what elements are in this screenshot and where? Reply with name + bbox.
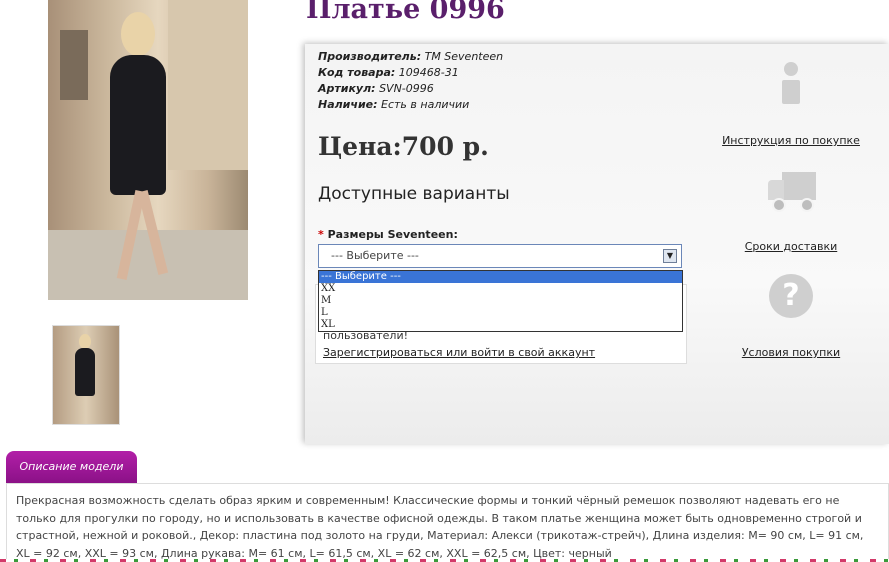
manufacturer-label: Производитель:	[318, 50, 422, 63]
code-value: 109468-31	[398, 66, 459, 79]
size-select-value: --- Выберите ---	[331, 249, 419, 262]
description-text: Прекрасная возможность сделать образ ярк…	[16, 494, 864, 560]
manufacturer-row: Производитель: TM Seventeen	[318, 49, 503, 65]
thumbnail-model-dress	[75, 348, 95, 396]
size-option[interactable]: M	[319, 295, 682, 307]
code-row: Код товара: 109468-31	[318, 65, 503, 81]
info-icon	[779, 62, 803, 104]
product-info-panel: Производитель: TM Seventeen Код товара: …	[305, 44, 889, 444]
description-panel: Прекрасная возможность сделать образ ярк…	[6, 483, 889, 562]
truck-icon	[766, 172, 816, 212]
availability-row: Наличие: Есть в наличии	[318, 97, 503, 113]
chevron-down-icon[interactable]: ▼	[663, 249, 677, 263]
conditions-block: ? Условия покупки	[711, 274, 871, 359]
availability-label: Наличие:	[318, 98, 378, 111]
product-price: Цена:700 р.	[318, 132, 489, 161]
article-value: SVN-0996	[379, 82, 434, 95]
image-background-window	[60, 30, 88, 100]
product-meta: Производитель: TM Seventeen Код товара: …	[318, 49, 503, 113]
question-icon: ?	[769, 274, 813, 318]
size-select[interactable]: --- Выберите --- ▼	[318, 244, 682, 268]
delivery-link[interactable]: Сроки доставки	[711, 240, 871, 253]
size-option[interactable]: XX	[319, 283, 682, 295]
size-label: * Размеры Seventeen:	[318, 228, 458, 241]
size-option[interactable]: L	[319, 307, 682, 319]
instructions-block: Инструкция по покупке	[711, 62, 871, 147]
thumbnail-model-head	[79, 334, 91, 349]
image-background-ground	[48, 230, 248, 300]
product-thumbnail[interactable]	[52, 325, 120, 425]
size-dropdown-list[interactable]: --- Выберите --- XX M L XL	[318, 270, 683, 332]
model-head	[121, 12, 155, 56]
code-label: Код товара:	[318, 66, 396, 79]
variants-heading: Доступные варианты	[318, 184, 510, 204]
tab-description[interactable]: Описание модели	[6, 451, 137, 483]
register-login-link[interactable]: Зарегистрироваться или войти в свой акка…	[323, 346, 595, 359]
article-label: Артикул:	[318, 82, 376, 95]
product-main-image[interactable]	[48, 0, 248, 300]
conditions-link[interactable]: Условия покупки	[711, 346, 871, 359]
availability-value: Есть в наличии	[381, 98, 470, 111]
size-option[interactable]: XL	[319, 319, 682, 331]
product-title: Платье 0996	[306, 0, 505, 25]
article-row: Артикул: SVN-0996	[318, 81, 503, 97]
manufacturer-value: TM Seventeen	[424, 50, 504, 63]
size-option[interactable]: --- Выберите ---	[319, 271, 682, 283]
delivery-block: Сроки доставки	[711, 172, 871, 253]
instructions-link[interactable]: Инструкция по покупке	[711, 134, 871, 147]
required-mark: *	[318, 228, 324, 241]
model-dress	[110, 55, 166, 195]
size-label-text: Размеры Seventeen:	[327, 228, 458, 241]
image-background-wall	[168, 0, 248, 170]
